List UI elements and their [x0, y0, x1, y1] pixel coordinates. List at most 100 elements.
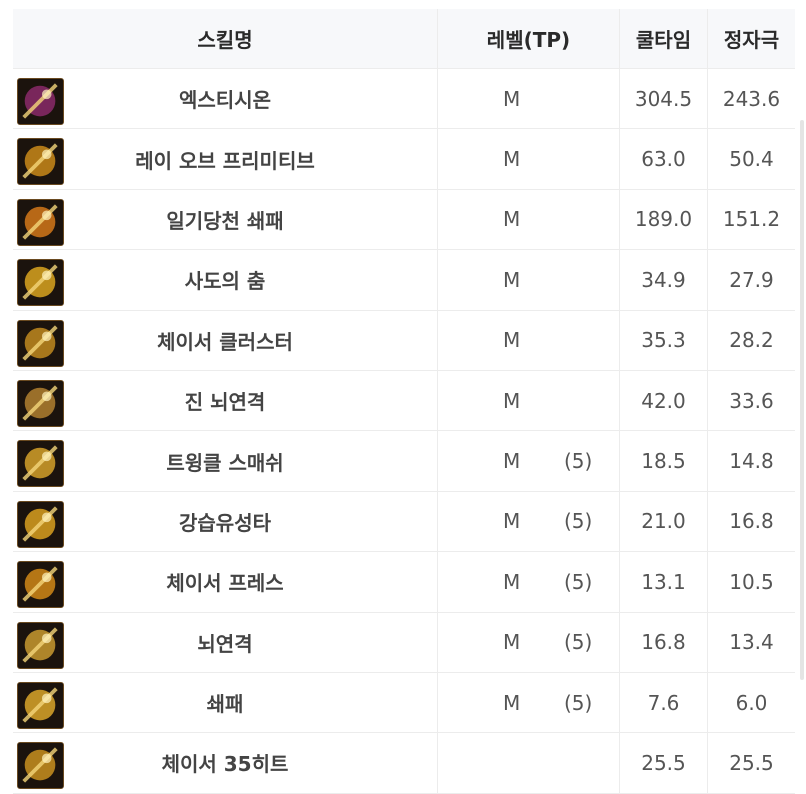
level-cell: M (5) — [438, 612, 620, 672]
skill-name: 체이서 35히트 — [161, 752, 289, 777]
fixed-value: 50.4 — [729, 147, 774, 172]
skill-name: 레이 오브 프리미티브 — [135, 148, 315, 173]
header-cooldown[interactable]: 쿨타임 — [620, 9, 708, 68]
level-cell: M — [438, 129, 620, 189]
table-row[interactable]: 엑스티시온 M 304.5 243.6 — [13, 69, 795, 130]
level-cell — [438, 733, 620, 793]
fixed-cell: 28.2 — [708, 311, 795, 370]
cooldown-value: 18.5 — [641, 449, 686, 474]
level-cell: M (5) — [438, 431, 620, 491]
cooldown-value: 34.9 — [641, 267, 686, 292]
level-value: M — [503, 449, 521, 474]
skill-name-cell: 트윙클 스매쉬 — [13, 431, 438, 491]
level-value: M — [503, 569, 521, 594]
cooldown-value: 16.8 — [641, 630, 686, 655]
fixed-value: 25.5 — [729, 750, 774, 775]
cooldown-value: 63.0 — [641, 147, 686, 172]
fixed-cell: 243.6 — [708, 69, 795, 128]
table-row[interactable]: 체이서 35히트 25.5 25.5 — [13, 733, 795, 794]
skill-name: 체이서 프레스 — [166, 571, 284, 596]
table-row[interactable]: 트윙클 스매쉬 M (5) 18.5 14.8 — [13, 431, 795, 492]
cooldown-cell: 34.9 — [620, 250, 708, 310]
table-row[interactable]: 체이서 프레스 M (5) 13.1 10.5 — [13, 552, 795, 613]
table-header: 스킬명 레벨(TP) 쿨타임 정자극 — [13, 9, 795, 69]
table-row[interactable]: 강습유성타 M (5) 21.0 16.8 — [13, 491, 795, 553]
level-cell: M (5) — [438, 552, 620, 612]
fixed-cell: 33.6 — [708, 371, 795, 430]
skill-name-cell: 강습유성타 — [13, 491, 438, 552]
fixed-cell: 27.9 — [708, 250, 795, 309]
fixed-cell: 25.5 — [708, 733, 795, 792]
tp-value: (5) — [564, 569, 593, 594]
fixed-value: 151.2 — [722, 207, 781, 232]
cooldown-cell: 42.0 — [620, 370, 708, 431]
skill-name: 쇄패 — [206, 692, 244, 717]
tp-value: (5) — [564, 630, 593, 655]
skill-name-cell: 진 뇌연격 — [13, 370, 438, 431]
skill-name: 트윙클 스매쉬 — [166, 450, 284, 475]
tp-value: (5) — [564, 509, 593, 534]
tp-value: (5) — [564, 690, 593, 715]
skill-name: 체이서 클러스터 — [157, 329, 293, 354]
fixed-value: 14.8 — [729, 449, 774, 474]
level-value: M — [503, 207, 521, 232]
level-cell: M — [438, 69, 620, 129]
cooldown-value: 25.5 — [641, 750, 686, 775]
skill-name-cell: 사도의 춤 — [13, 250, 438, 310]
skill-name: 강습유성타 — [179, 510, 271, 535]
fixed-value: 16.8 — [729, 509, 774, 534]
cooldown-value: 7.6 — [647, 690, 680, 715]
table-row[interactable]: 사도의 춤 M 34.9 27.9 — [13, 250, 795, 311]
skill-name-cell: 일기당천 쇄패 — [13, 189, 438, 250]
table-row[interactable]: 일기당천 쇄패 M 189.0 151.2 — [13, 189, 795, 251]
skill-name: 일기당천 쇄패 — [166, 208, 284, 233]
scrollbar[interactable] — [800, 120, 804, 680]
fixed-value: 33.6 — [729, 388, 774, 413]
fixed-value: 10.5 — [729, 569, 774, 594]
level-value: M — [503, 690, 521, 715]
level-cell: M (5) — [438, 672, 620, 733]
cooldown-value: 189.0 — [634, 207, 693, 232]
cooldown-value: 42.0 — [641, 388, 686, 413]
table-row[interactable]: 뇌연격 M (5) 16.8 13.4 — [13, 612, 795, 673]
cooldown-cell: 304.5 — [620, 69, 708, 129]
fixed-cell: 6.0 — [708, 673, 795, 732]
skill-name: 사도의 춤 — [184, 269, 266, 294]
skill-name-cell: 체이서 35히트 — [13, 733, 438, 793]
fixed-cell: 16.8 — [708, 492, 795, 551]
cooldown-cell: 16.8 — [620, 612, 708, 672]
level-value: M — [503, 388, 521, 413]
level-cell: M — [438, 189, 620, 250]
cooldown-cell: 21.0 — [620, 491, 708, 552]
level-value: M — [503, 630, 521, 655]
skill-name: 진 뇌연격 — [184, 390, 266, 415]
level-cell: M (5) — [438, 491, 620, 552]
cooldown-cell: 13.1 — [620, 552, 708, 612]
fixed-value: 28.2 — [729, 328, 774, 353]
fixed-cell: 50.4 — [708, 129, 795, 188]
table-row[interactable]: 체이서 클러스터 M 35.3 28.2 — [13, 310, 795, 371]
skill-name-cell: 쇄패 — [13, 672, 438, 733]
header-skill-name[interactable]: 스킬명 — [13, 9, 438, 68]
fixed-value: 27.9 — [729, 267, 774, 292]
skill-name-cell: 체이서 프레스 — [13, 552, 438, 612]
level-value: M — [503, 328, 521, 353]
table-row[interactable]: 쇄패 M (5) 7.6 6.0 — [13, 672, 795, 734]
header-fixed[interactable]: 정자극 — [708, 9, 795, 68]
fixed-value: 13.4 — [729, 630, 774, 655]
level-value: M — [503, 147, 521, 172]
table-row[interactable]: 진 뇌연격 M 42.0 33.6 — [13, 370, 795, 432]
skill-table: 스킬명 레벨(TP) 쿨타임 정자극 엑스티시온 M 304.5 243.6 레… — [13, 9, 795, 794]
skill-name-cell: 레이 오브 프리미티브 — [13, 129, 438, 189]
cooldown-value: 35.3 — [641, 328, 686, 353]
cooldown-cell: 7.6 — [620, 672, 708, 733]
level-cell: M — [438, 250, 620, 310]
fixed-cell: 10.5 — [708, 552, 795, 611]
header-level-tp[interactable]: 레벨(TP) — [438, 9, 620, 68]
fixed-value: 243.6 — [722, 86, 781, 111]
table-row[interactable]: 레이 오브 프리미티브 M 63.0 50.4 — [13, 129, 795, 190]
level-cell: M — [438, 310, 620, 370]
skill-name: 엑스티시온 — [179, 88, 271, 113]
cooldown-cell: 18.5 — [620, 431, 708, 491]
level-cell: M — [438, 370, 620, 431]
